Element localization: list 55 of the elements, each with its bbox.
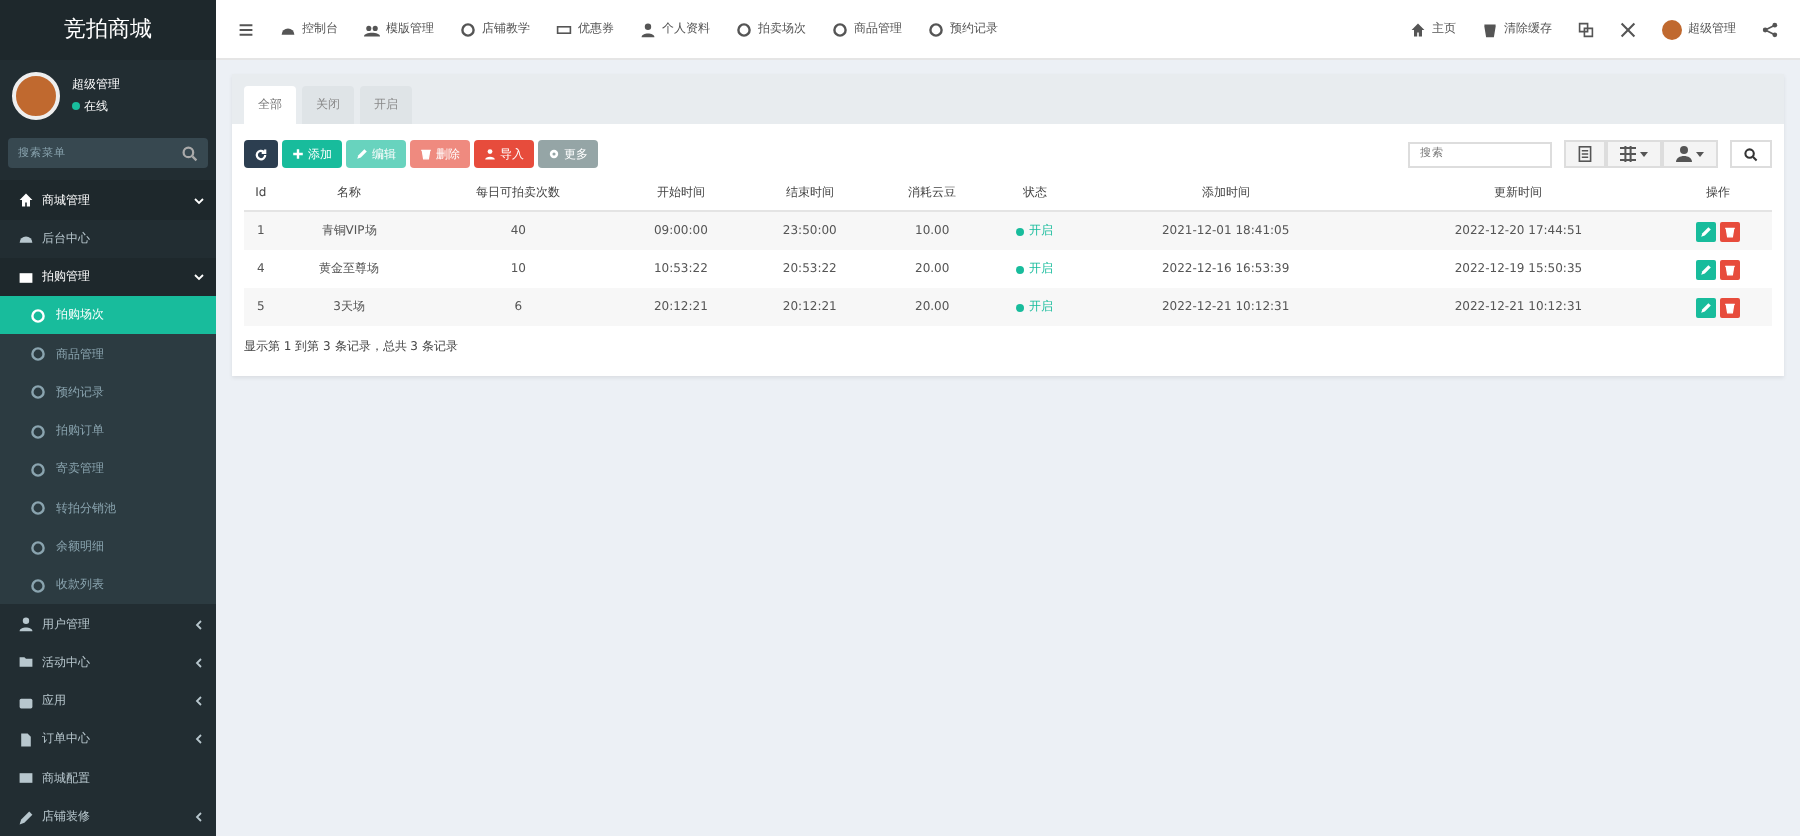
pencil-icon (356, 148, 368, 160)
circle-icon (928, 21, 944, 37)
circle-icon (832, 21, 848, 37)
box-icon (18, 693, 34, 710)
search-icon (182, 145, 198, 162)
circle-icon (30, 384, 46, 401)
plus-icon (292, 148, 304, 160)
brand-logo: 竞拍商城 (0, 0, 216, 60)
pencil-icon (1700, 225, 1713, 237)
gear-icon (548, 148, 560, 160)
trash-icon (1724, 263, 1737, 275)
trash-icon (1482, 21, 1498, 37)
avatar (12, 71, 60, 119)
circle-icon (460, 21, 476, 37)
list-icon (1578, 146, 1592, 162)
circle-icon (30, 346, 46, 363)
circle-icon (30, 539, 46, 556)
expand-icon (1620, 21, 1636, 37)
user-icon (18, 616, 34, 633)
pen-icon (18, 809, 34, 825)
share-icon (1762, 21, 1778, 37)
home-icon (18, 192, 34, 208)
grid-caret-icon (1620, 146, 1648, 162)
delete-button[interactable] (1720, 259, 1741, 279)
refresh-icon (254, 147, 268, 161)
search-icon (1744, 147, 1758, 161)
circle-icon (30, 423, 46, 440)
circle-icon (736, 21, 752, 37)
group-icon (364, 21, 380, 37)
delete-button[interactable] (1720, 221, 1741, 241)
list-icon (18, 269, 34, 286)
circle-icon (30, 461, 46, 478)
toggle-view-button[interactable] (1564, 140, 1606, 168)
user-icon (484, 148, 496, 160)
refresh-button[interactable] (244, 140, 278, 168)
delete-button[interactable] (1720, 297, 1741, 317)
list-icon (18, 770, 34, 787)
export-button[interactable] (1662, 140, 1718, 168)
circle-icon (30, 307, 46, 324)
trash-icon (420, 148, 432, 160)
trash-icon (1724, 225, 1737, 237)
avatar-icon (1662, 19, 1682, 39)
user-icon (640, 21, 656, 37)
home-icon (1410, 21, 1426, 37)
search-button[interactable] (1730, 140, 1772, 168)
circle-icon (30, 577, 46, 594)
columns-button[interactable] (1606, 140, 1662, 168)
file-icon (18, 731, 34, 748)
pencil-icon (1700, 301, 1713, 313)
circle-icon (30, 500, 46, 517)
menu-icon (238, 21, 254, 37)
folder-icon (18, 654, 34, 671)
user-caret-icon (1676, 146, 1704, 162)
trash-icon (1724, 301, 1737, 313)
pencil-icon (1700, 263, 1713, 275)
